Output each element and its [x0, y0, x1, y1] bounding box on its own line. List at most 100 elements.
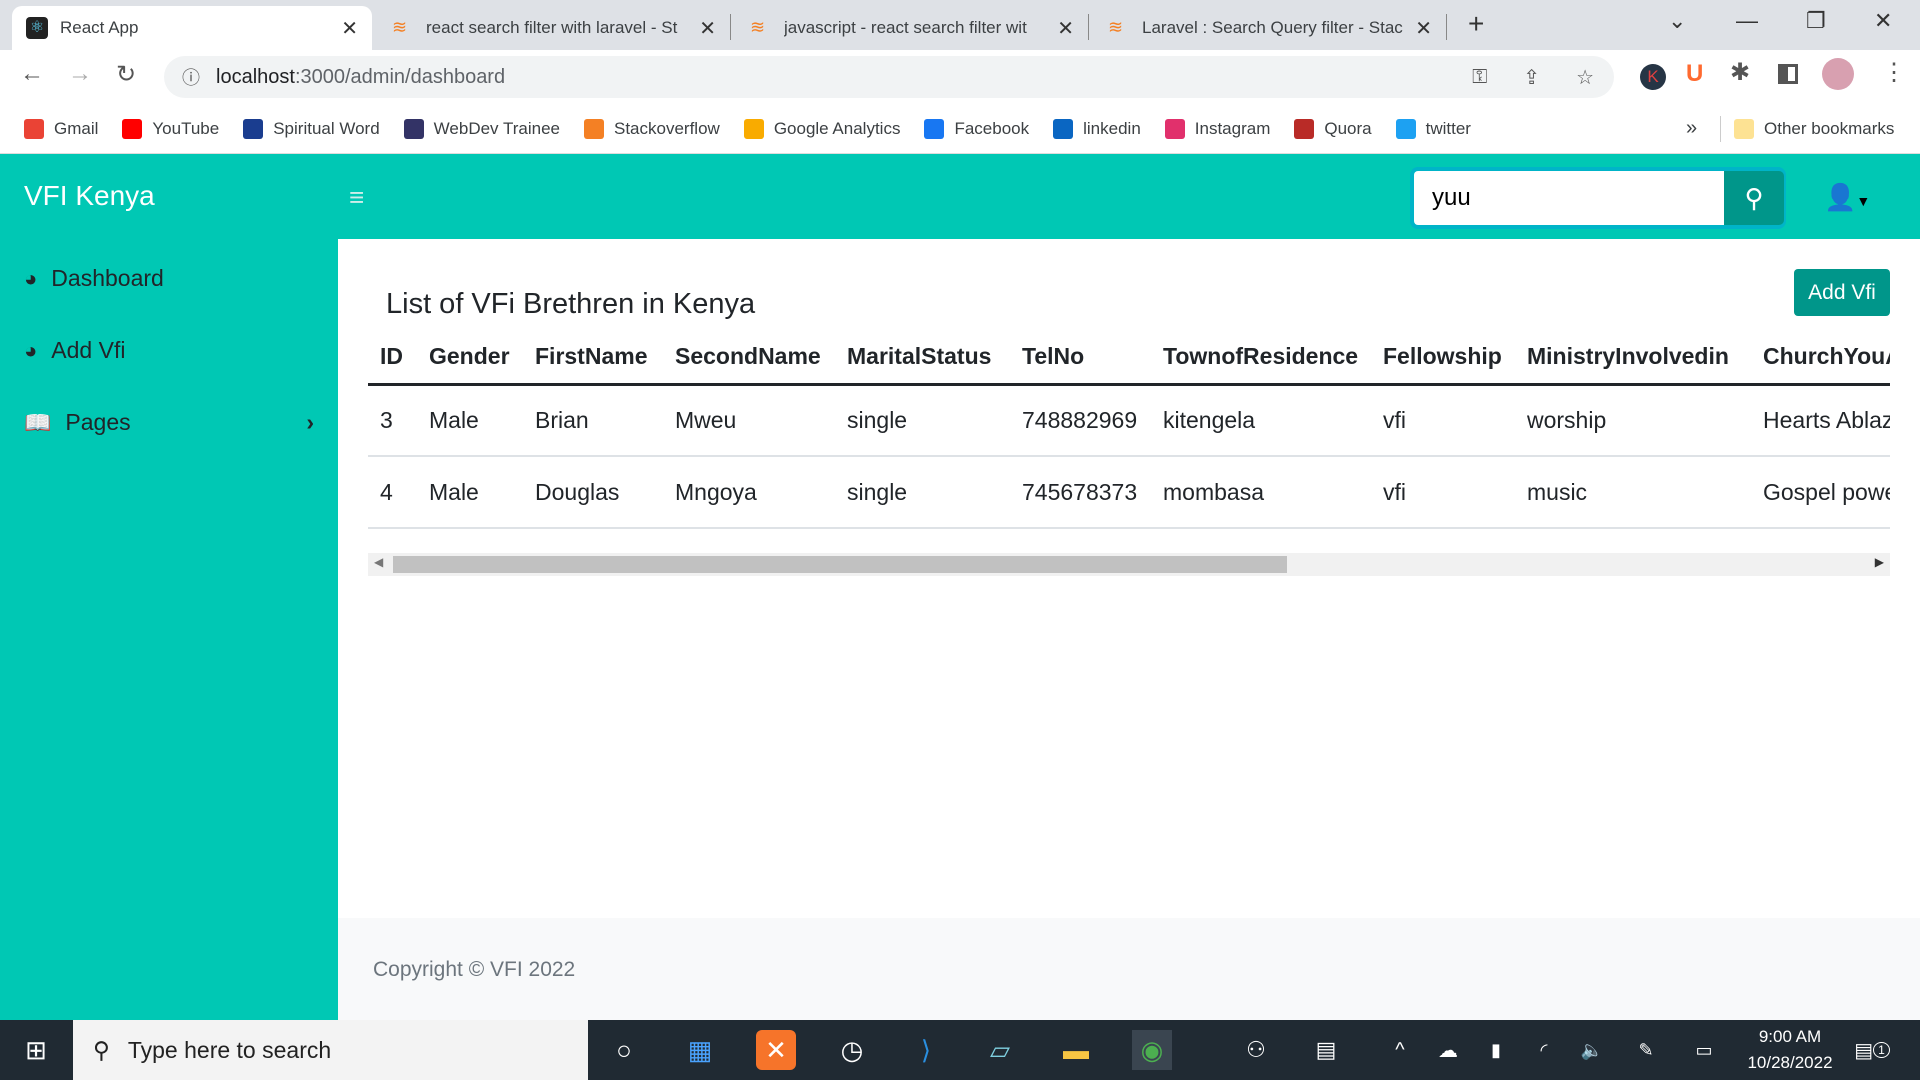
chrome-icon[interactable]: ◉	[1132, 1030, 1172, 1070]
table-cell: mombasa	[1151, 456, 1371, 529]
table-cell: Douglas	[523, 456, 663, 529]
close-tab-icon[interactable]: ✕	[1057, 16, 1074, 41]
tab-stackoverflow-3[interactable]: ≋ Laravel : Search Query filter - Stac ✕	[1094, 6, 1446, 50]
stackoverflow-icon: ≋	[1108, 17, 1124, 37]
extension-u-icon[interactable]: U	[1686, 60, 1703, 88]
bookmark-favicon-icon	[1294, 118, 1315, 139]
people-icon[interactable]: ⚇	[1236, 1030, 1276, 1070]
members-table: ID Gender FirstName SecondName MaritalStatus…	[368, 330, 1890, 530]
bookmark-label: Instagram	[1194, 118, 1271, 138]
scroll-right-icon[interactable]: ▶	[1875, 555, 1884, 569]
sidebar-item-label: Add Vfi	[51, 337, 126, 363]
bookmark-quora[interactable]: Quora	[1294, 118, 1372, 139]
forward-icon[interactable]: →	[68, 60, 92, 88]
date: 10/28/2022	[1747, 1053, 1833, 1072]
table-row: 3 Male Brian Mweu single 748882969 kitengela vf…	[368, 384, 1890, 457]
volume-icon[interactable]: 🔈	[1572, 1030, 1612, 1070]
other-bookmarks[interactable]: Other bookmarks	[1734, 118, 1894, 139]
sidebar: ◕ Dashboard ◕ Add Vfi 📖 Pages ›	[0, 239, 338, 1020]
bookmark-label: twitter	[1425, 118, 1471, 138]
close-tab-icon[interactable]: ✕	[699, 16, 716, 41]
microsoft-store-icon[interactable]: ▦	[680, 1030, 720, 1070]
tab-search-icon[interactable]: ⌄	[1668, 8, 1686, 34]
sidebar-item-dashboard[interactable]: ◕ Dashboard	[24, 265, 314, 292]
clock[interactable]: 9:00 AM 10/28/2022	[1740, 1024, 1840, 1076]
bookmark-label: Google Analytics	[773, 118, 901, 138]
horizontal-scrollbar[interactable]: ◀ ▶	[368, 553, 1890, 576]
bookmark-star-icon[interactable]: ☆	[1576, 65, 1594, 90]
bookmark-youtube[interactable]: YouTube	[122, 118, 219, 139]
menu-icon[interactable]: ⋮	[1882, 58, 1906, 87]
column-header: MinistryInvolvedin	[1515, 330, 1751, 386]
bookmark-google-analytics[interactable]: Google Analytics	[743, 118, 901, 139]
pen-icon[interactable]: ✎	[1626, 1030, 1666, 1070]
onedrive-icon[interactable]: ☁	[1428, 1030, 1468, 1070]
scrollbar-thumb[interactable]	[393, 556, 1287, 573]
tab-react-app[interactable]: ⚛ React App ✕	[12, 6, 372, 50]
search-button[interactable]: ⚲	[1724, 171, 1784, 225]
bookmark-linkedin[interactable]: linkedin	[1053, 118, 1141, 139]
news-icon[interactable]: ▤	[1306, 1030, 1346, 1070]
close-tab-icon[interactable]: ✕	[1415, 16, 1432, 41]
more-bookmarks-button[interactable]: »	[1686, 117, 1697, 140]
battery-icon[interactable]: ▮	[1476, 1030, 1516, 1070]
side-panel-icon[interactable]	[1778, 64, 1798, 84]
key-icon[interactable]: ⚿	[1472, 66, 1487, 89]
hamburger-icon[interactable]: ≡	[349, 182, 364, 213]
user-menu-button[interactable]: 👤▼	[1824, 182, 1870, 213]
add-vfi-button[interactable]: Add Vfi	[1794, 269, 1890, 316]
share-icon[interactable]: ⇪	[1523, 65, 1540, 90]
vscode-icon[interactable]: ⟩	[906, 1030, 946, 1070]
column-header: Fellowship	[1371, 330, 1515, 386]
brand[interactable]: VFI Kenya	[24, 180, 155, 212]
cortana-icon[interactable]: ○	[604, 1030, 644, 1070]
taskbar-search[interactable]: ⚲ Type here to search	[73, 1020, 588, 1080]
url-path: :3000/admin/dashboard	[294, 65, 506, 88]
bookmark-twitter[interactable]: twitter	[1395, 118, 1471, 139]
show-hidden-icons[interactable]: ^	[1380, 1030, 1420, 1070]
minimize-button[interactable]: —	[1736, 8, 1758, 34]
touch-keyboard-icon[interactable]: ▭	[1684, 1030, 1724, 1070]
search-icon: ⚲	[93, 1036, 110, 1063]
profile-avatar[interactable]	[1822, 58, 1854, 90]
extensions-icon[interactable]: ✱	[1730, 58, 1750, 87]
table-cell: kitengela	[1151, 384, 1371, 457]
scroll-left-icon[interactable]: ◀	[374, 555, 383, 569]
tab-stackoverflow-2[interactable]: ≋ javascript - react search filter wit ✕	[736, 6, 1088, 50]
info-icon: ⓘ	[182, 68, 200, 88]
clock-app-icon[interactable]: ◷	[832, 1030, 872, 1070]
bookmark-instagram[interactable]: Instagram	[1164, 118, 1271, 139]
extension-k-icon[interactable]: K	[1640, 62, 1666, 90]
sidebar-item-pages[interactable]: 📖 Pages ›	[24, 409, 314, 436]
table-cell: Hearts Ablaze	[1751, 384, 1890, 457]
taskbar-search-placeholder: Type here to search	[127, 1036, 332, 1063]
bookmark-stackoverflow[interactable]: Stackoverflow	[583, 118, 720, 139]
tab-stackoverflow-1[interactable]: ≋ react search filter with laravel - St …	[378, 6, 730, 50]
close-window-button[interactable]: ✕	[1874, 8, 1892, 34]
bookmark-webdev-trainee[interactable]: WebDev Trainee	[403, 118, 560, 139]
reload-icon[interactable]: ↻	[116, 60, 136, 89]
windows-start-icon[interactable]: ⊞	[16, 1030, 56, 1070]
bookmark-gmail[interactable]: Gmail	[24, 118, 98, 139]
table-cell: Male	[417, 456, 523, 529]
bookmark-label: Facebook	[954, 118, 1030, 138]
sidebar-item-label: Pages	[65, 409, 131, 435]
table-cell: vfi	[1371, 456, 1515, 529]
table-cell: vfi	[1371, 384, 1515, 457]
bookmark-favicon-icon	[24, 118, 44, 139]
search-input[interactable]	[1414, 171, 1724, 225]
close-tab-icon[interactable]: ✕	[341, 16, 358, 41]
address-bar[interactable]: ⓘ localhost:3000/admin/dashboard ⚿ ⇪ ☆	[164, 56, 1614, 98]
bookmark-facebook[interactable]: Facebook	[924, 118, 1030, 139]
sidebar-item-add-vfi[interactable]: ◕ Add Vfi	[24, 337, 314, 364]
back-icon[interactable]: ←	[20, 60, 44, 88]
file-explorer-icon[interactable]: ▬	[1056, 1030, 1096, 1070]
bookmark-spiritual-word[interactable]: Spiritual Word	[243, 118, 380, 139]
notification-center-icon[interactable]: ▤ 1	[1852, 1030, 1892, 1070]
notepad-icon[interactable]: ▱	[980, 1030, 1020, 1070]
wifi-icon[interactable]: ◜	[1524, 1030, 1564, 1070]
xampp-icon[interactable]: ✕	[756, 1030, 796, 1070]
new-tab-button[interactable]: +	[1468, 8, 1484, 40]
restore-button[interactable]: ❐	[1806, 8, 1826, 34]
search-icon: ⚲	[1744, 182, 1764, 213]
